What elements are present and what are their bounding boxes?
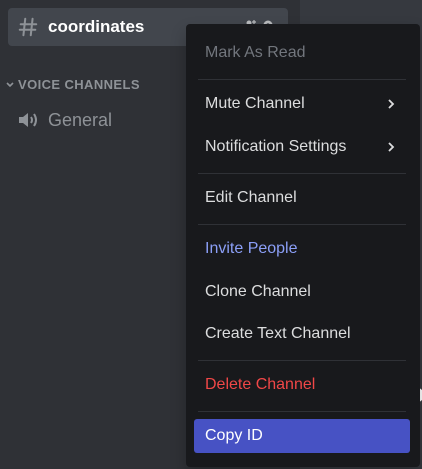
menu-divider [198,79,406,80]
menu-item-label: Mute Channel [205,95,305,112]
channel-name: coordinates [48,17,145,36]
menu-divider [198,224,406,225]
menu-item-label: Edit Channel [205,189,297,206]
menu-item-create-text-channel[interactable]: Create Text Channel [194,317,410,351]
channel-context-menu: Mark As Read Mute Channel Notification S… [186,24,420,467]
menu-item-invite-people[interactable]: Invite People [194,232,410,266]
menu-item-label: Copy ID [205,427,263,444]
menu-item-mark-as-read[interactable]: Mark As Read [194,36,410,70]
chevron-right-icon [386,140,396,154]
menu-item-notification-settings[interactable]: Notification Settings [194,130,410,164]
chevron-down-icon [4,78,16,90]
speaker-icon [16,108,40,132]
category-voice-channels[interactable]: VOICE CHANNELS [4,74,140,94]
menu-divider [198,360,406,361]
menu-divider [198,173,406,174]
menu-item-delete-channel[interactable]: Delete Channel [194,368,410,402]
menu-item-label: Create Text Channel [205,325,351,342]
category-label: VOICE CHANNELS [18,76,140,92]
menu-item-label: Delete Channel [205,376,316,393]
menu-divider [198,411,406,412]
menu-item-label: Mark As Read [205,44,306,61]
menu-item-copy-id[interactable]: Copy ID [194,419,410,453]
chevron-right-icon [386,97,396,111]
menu-item-mute-channel[interactable]: Mute Channel [194,87,410,121]
menu-item-edit-channel[interactable]: Edit Channel [194,181,410,215]
menu-item-label: Clone Channel [205,283,311,300]
hash-icon [16,15,40,39]
voice-channel-general[interactable]: General [16,106,112,134]
voice-channel-label: General [48,109,113,130]
menu-item-label: Invite People [205,240,298,257]
menu-item-clone-channel[interactable]: Clone Channel [194,275,410,309]
menu-item-label: Notification Settings [205,138,347,155]
